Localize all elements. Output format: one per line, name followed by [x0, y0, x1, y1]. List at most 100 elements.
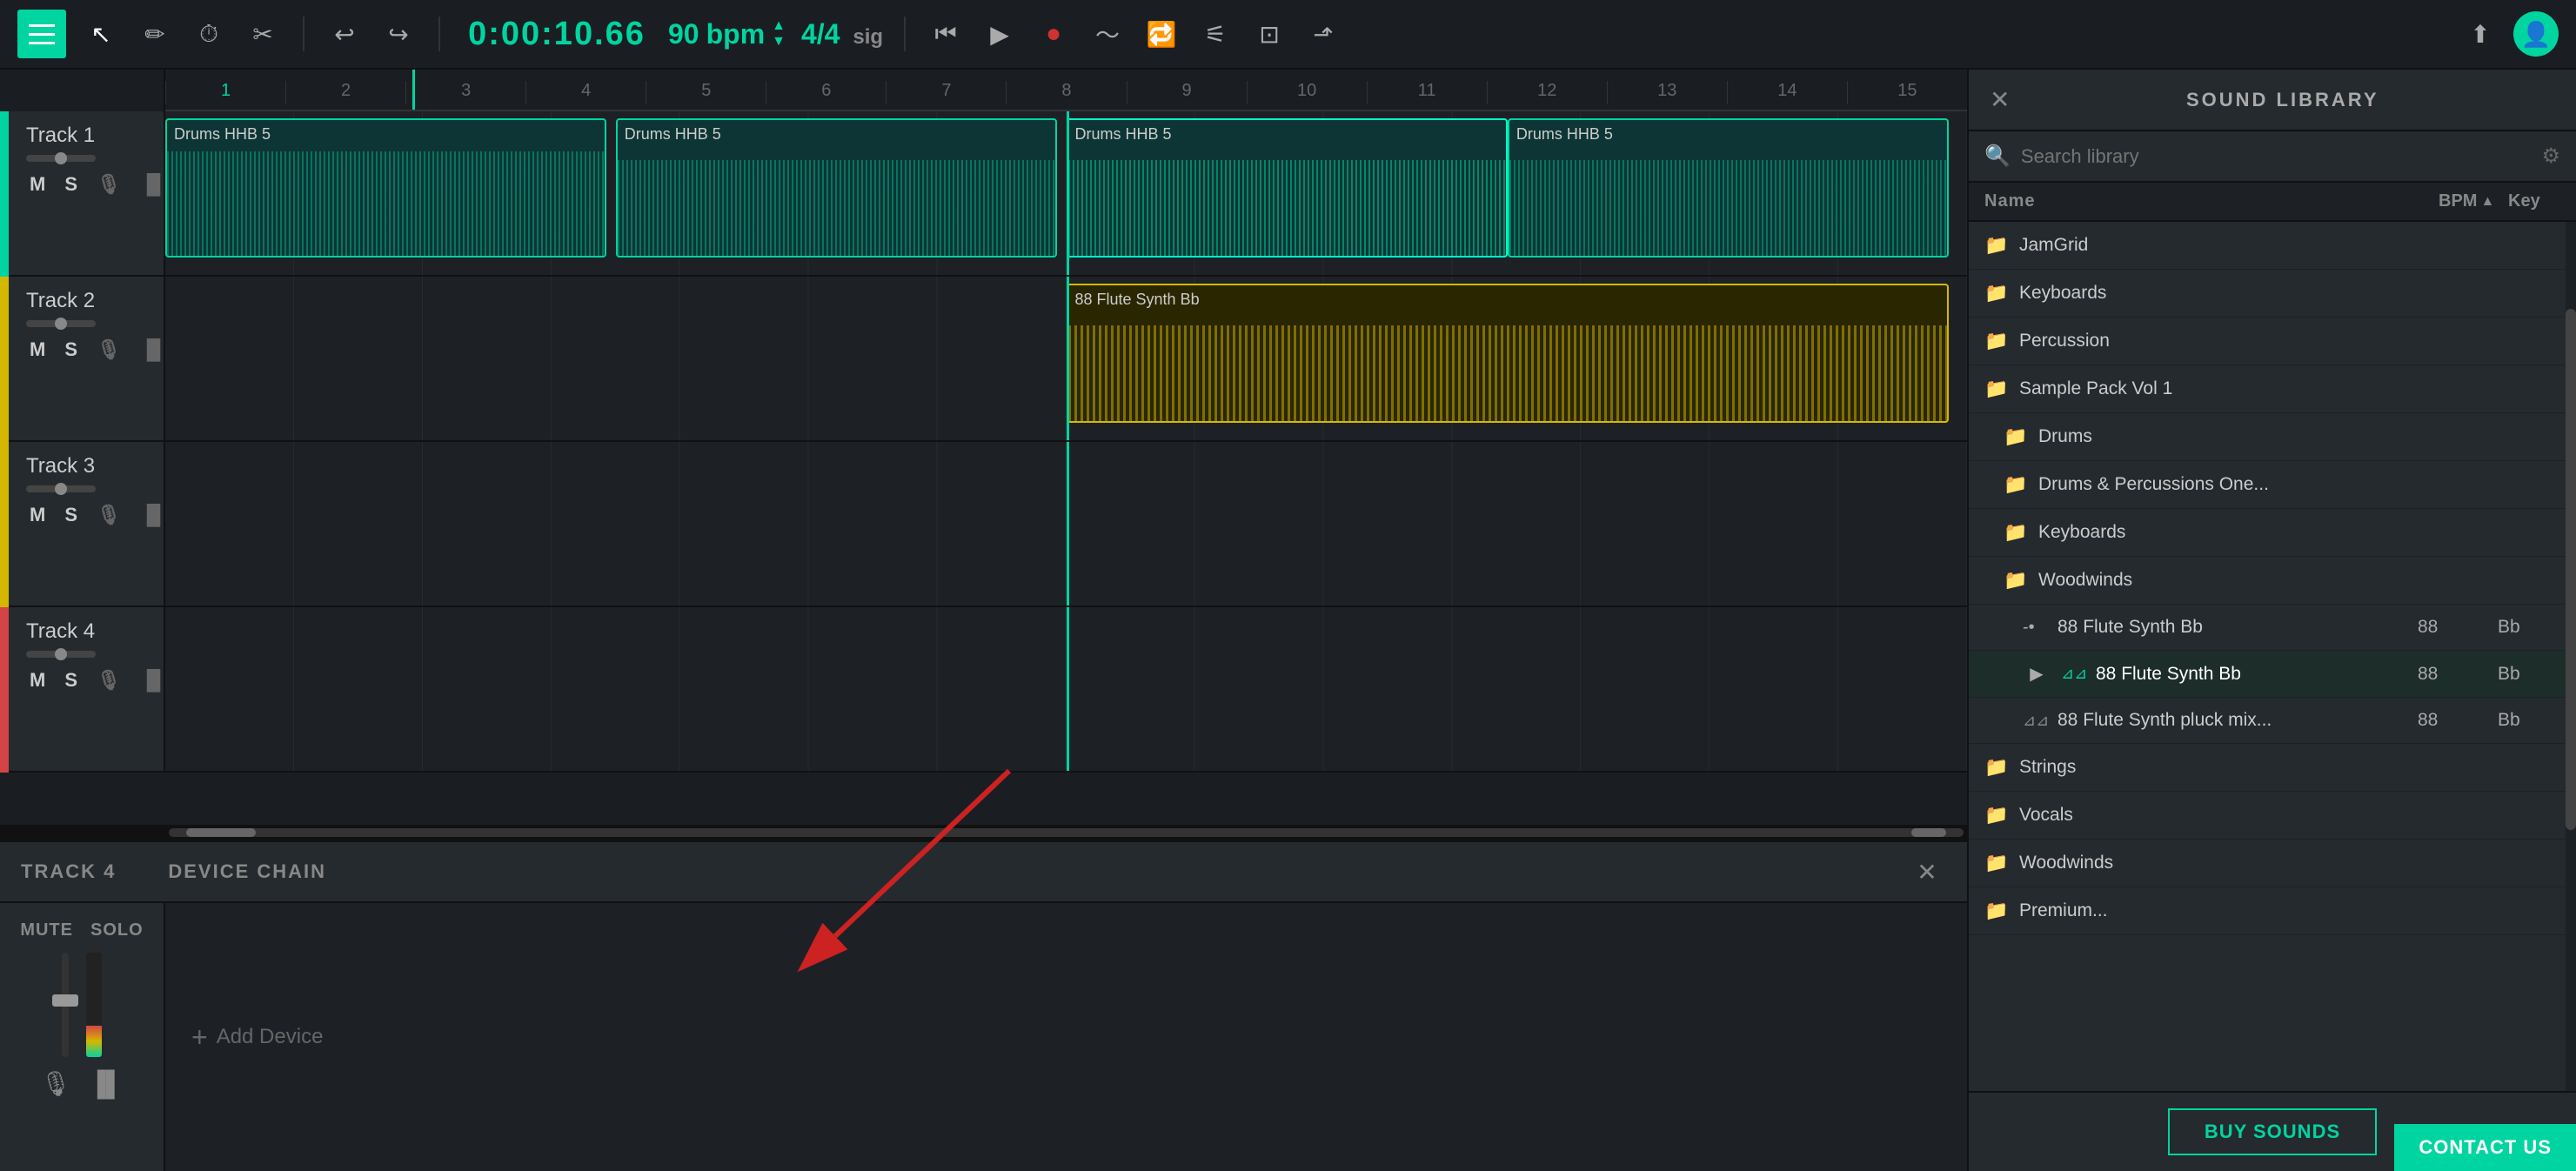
- track-4-slider[interactable]: [26, 651, 96, 658]
- ruler-mark-7: 7: [886, 81, 1006, 104]
- search-icon: 🔍: [1984, 144, 2011, 169]
- library-item-percussion[interactable]: 📁 Percussion: [1969, 318, 2566, 365]
- ruler-mark-15: 15: [1847, 81, 1967, 104]
- clip-label: 88 Flute Synth Bb: [1075, 291, 1200, 309]
- track-2-mute-btn[interactable]: M: [26, 337, 49, 363]
- mic-icon-btn[interactable]: 🎙: [40, 1069, 71, 1098]
- timeline-ruler[interactable]: 1 2 3 4 5 6 7 8 9 10 11 12 13 14 15: [165, 70, 1967, 111]
- track-4-mute-btn[interactable]: M: [26, 667, 49, 693]
- eq-icon-btn[interactable]: ▐▌: [89, 1069, 124, 1098]
- library-item-strings[interactable]: 📁 Strings: [1969, 744, 2566, 792]
- mix-button[interactable]: ⚟: [1196, 15, 1234, 53]
- track-1-content[interactable]: Drums HHB 5 Drums HHB 5 Drums HHB 5 Drum…: [165, 111, 1967, 275]
- folder-icon: 📁: [1984, 282, 2009, 304]
- track-row-3: Track 3 M S 🎙 ▐▌ 〜: [0, 442, 1967, 607]
- track-1-clip-4[interactable]: Drums HHB 5: [1508, 118, 1949, 258]
- bpm-down-icon[interactable]: ▼: [772, 35, 786, 49]
- track-1-volume[interactable]: [26, 155, 153, 162]
- scrollbar-thumb[interactable]: [2566, 309, 2576, 830]
- add-device-button[interactable]: + Add Device: [191, 1021, 323, 1054]
- track-4-solo-btn[interactable]: S: [61, 667, 81, 693]
- fader-track[interactable]: [62, 953, 69, 1057]
- library-item-keyboards-sub[interactable]: 📁 Keyboards: [1969, 509, 2566, 557]
- track-2-mic-btn[interactable]: 🎙: [93, 337, 124, 363]
- draw-tool-button[interactable]: ✏: [136, 15, 174, 53]
- track-3-slider[interactable]: [26, 485, 96, 492]
- library-scrollbar[interactable]: [2566, 222, 2576, 1091]
- select-tool-button[interactable]: ↖: [82, 15, 120, 53]
- close-bottom-button[interactable]: ✕: [1908, 853, 1946, 891]
- user-avatar[interactable]: 👤: [2513, 11, 2559, 57]
- play-button[interactable]: ▶: [980, 15, 1019, 53]
- track-2-volume[interactable]: [26, 320, 153, 327]
- library-scroll-area: 📁 JamGrid 📁 Keyboards 📁 Percussion: [1969, 222, 2576, 1091]
- redo-button[interactable]: ↪: [379, 15, 418, 53]
- track-label: TRACK 4: [21, 860, 116, 883]
- rewind-button[interactable]: ⏮: [927, 15, 965, 53]
- share-button[interactable]: ⬆: [2461, 15, 2499, 53]
- library-item-vocals[interactable]: 📁 Vocals: [1969, 792, 2566, 840]
- folder-icon: 📁: [2004, 521, 2028, 544]
- solo-button[interactable]: SOLO: [90, 920, 144, 940]
- metronome-button[interactable]: ⏱: [190, 15, 228, 53]
- track-1-clip-2[interactable]: Drums HHB 5: [616, 118, 1057, 258]
- track-1-clip-1[interactable]: Drums HHB 5: [165, 118, 606, 258]
- track-4-mic-btn[interactable]: 🎙: [93, 667, 124, 693]
- library-header: ✕ SOUND LIBRARY: [1969, 70, 2576, 131]
- track-3-mic-btn[interactable]: 🎙: [93, 502, 124, 528]
- library-item-woodwinds-top[interactable]: 📁 Woodwinds: [1969, 840, 2566, 887]
- track-1-mute-btn[interactable]: M: [26, 171, 49, 197]
- undo-button[interactable]: ↩: [325, 15, 364, 53]
- bpm-sort-icon[interactable]: ▲: [2480, 194, 2494, 210]
- play-item-button[interactable]: ▶: [2023, 663, 2051, 685]
- track-4-content[interactable]: [165, 607, 1967, 771]
- library-item-drums[interactable]: 📁 Drums: [1969, 413, 2566, 461]
- buy-sounds-button[interactable]: BUY SOUNDS: [2168, 1108, 2377, 1155]
- record-button[interactable]: ●: [1034, 15, 1073, 53]
- library-item-jamgrid[interactable]: 📁 JamGrid: [1969, 222, 2566, 270]
- track-2-clip-1[interactable]: 88 Flute Synth Bb: [1067, 284, 1950, 423]
- track-2-thumb: [55, 318, 67, 330]
- track-1-solo-btn[interactable]: S: [61, 171, 81, 197]
- track-1-clip-3[interactable]: Drums HHB 5: [1067, 118, 1508, 258]
- track-2-solo-btn[interactable]: S: [61, 337, 81, 363]
- library-settings-icon[interactable]: ⚙: [2541, 144, 2560, 169]
- library-item-flute-bb-1[interactable]: -• 88 Flute Synth Bb 88 Bb: [1969, 605, 2566, 651]
- library-item-flute-pluck[interactable]: ⊿⊿ 88 Flute Synth pluck mix... 88 Bb: [1969, 698, 2566, 744]
- track-1-slider[interactable]: [26, 155, 96, 162]
- library-item-sample-pack[interactable]: 📁 Sample Pack Vol 1: [1969, 365, 2566, 413]
- library-item-premium[interactable]: 📁 Premium...: [1969, 887, 2566, 935]
- track-3-content[interactable]: [165, 442, 1967, 606]
- track-4-volume[interactable]: [26, 651, 153, 658]
- render-button[interactable]: ⊡: [1250, 15, 1288, 53]
- search-input[interactable]: [2021, 145, 2532, 168]
- library-item-keyboards-top[interactable]: 📁 Keyboards: [1969, 270, 2566, 318]
- mute-solo-row: MUTE SOLO: [20, 920, 143, 940]
- cut-tool-button[interactable]: ✂: [244, 15, 282, 53]
- track-1-mic-btn[interactable]: 🎙: [93, 171, 124, 197]
- track-3-solo-btn[interactable]: S: [61, 502, 81, 528]
- bpm-up-icon[interactable]: ▲: [772, 19, 786, 33]
- contact-us-button[interactable]: CONTACT US: [2394, 1124, 2576, 1171]
- library-close-button[interactable]: ✕: [1990, 85, 2010, 114]
- export-button[interactable]: ⬏: [1304, 15, 1342, 53]
- loop-button[interactable]: 🔁: [1142, 15, 1181, 53]
- mute-button[interactable]: MUTE: [20, 920, 73, 940]
- h-scrollbar-thumb-left[interactable]: [186, 828, 256, 837]
- bpm-arrows[interactable]: ▲ ▼: [772, 19, 786, 49]
- h-scrollbar-track[interactable]: [169, 828, 1964, 837]
- ruler-mark-8: 8: [1006, 81, 1126, 104]
- track-3-volume[interactable]: [26, 485, 153, 492]
- menu-button[interactable]: [17, 10, 66, 58]
- library-item-drums-perc[interactable]: 📁 Drums & Percussions One...: [1969, 461, 2566, 509]
- fader-thumb[interactable]: [52, 994, 78, 1007]
- track-3-mute-btn[interactable]: M: [26, 502, 49, 528]
- h-scrollbar-thumb-right[interactable]: [1911, 828, 1946, 837]
- automation-button[interactable]: 〜: [1088, 15, 1127, 53]
- track-3-buttons: M S 🎙 ▐▌ 〜: [26, 499, 153, 531]
- library-item-woodwinds-sub[interactable]: 📁 Woodwinds: [1969, 557, 2566, 605]
- h-scrollbar[interactable]: [0, 825, 1967, 840]
- library-item-flute-bb-2[interactable]: ▶ ⊿⊿ 88 Flute Synth Bb 88 Bb: [1969, 651, 2566, 698]
- track-2-content[interactable]: 88 Flute Synth Bb: [165, 277, 1967, 440]
- track-2-slider[interactable]: [26, 320, 96, 327]
